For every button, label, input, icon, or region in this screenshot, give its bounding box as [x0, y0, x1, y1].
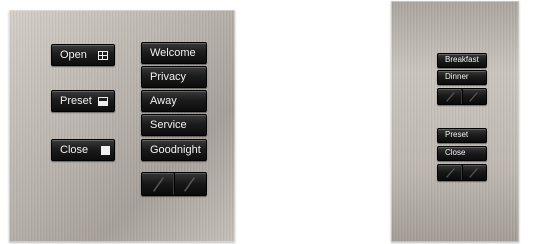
- preset-small-button[interactable]: Preset: [437, 128, 487, 143]
- away-button[interactable]: Away: [141, 90, 207, 112]
- close-small-button[interactable]: Close: [437, 146, 487, 161]
- dinner-button[interactable]: Dinner: [437, 70, 487, 85]
- preset-small-button-label: Preset: [445, 130, 469, 139]
- rocker-groove-icon: [446, 168, 478, 178]
- goodnight-button-label: Goodnight: [150, 144, 201, 156]
- dinner-button-label: Dinner: [445, 72, 469, 81]
- service-button-label: Service: [150, 119, 187, 131]
- square-icon: [101, 146, 110, 155]
- keypad-large-faceplate: Open Preset Close Welcome Privacy Away S…: [9, 10, 235, 242]
- preset-button-label: Preset: [60, 95, 92, 107]
- lower-raise-lower-rocker[interactable]: [437, 164, 487, 181]
- away-button-label: Away: [150, 95, 177, 107]
- open-button-label: Open: [60, 49, 87, 61]
- rocker-groove-icon: [152, 177, 196, 192]
- upper-raise-lower-rocker[interactable]: [437, 88, 487, 105]
- keypad-small-faceplate: Breakfast Dinner Preset Close: [391, 1, 519, 242]
- open-button[interactable]: Open: [51, 44, 115, 66]
- close-button[interactable]: Close: [51, 139, 115, 161]
- goodnight-button[interactable]: Goodnight: [141, 139, 207, 161]
- breakfast-button-label: Breakfast: [445, 55, 479, 64]
- welcome-button-label: Welcome: [150, 47, 196, 59]
- grid-icon: [98, 51, 108, 60]
- rocker-groove-icon: [446, 92, 478, 102]
- close-button-label: Close: [60, 144, 89, 156]
- privacy-button-label: Privacy: [150, 71, 187, 83]
- preset-button[interactable]: Preset: [51, 90, 115, 112]
- welcome-button[interactable]: Welcome: [141, 42, 207, 64]
- half-fill-icon: [98, 97, 108, 106]
- breakfast-button[interactable]: Breakfast: [437, 53, 487, 68]
- service-button[interactable]: Service: [141, 114, 207, 136]
- privacy-button[interactable]: Privacy: [141, 66, 207, 88]
- raise-lower-rocker[interactable]: [141, 172, 207, 196]
- close-small-button-label: Close: [445, 148, 466, 157]
